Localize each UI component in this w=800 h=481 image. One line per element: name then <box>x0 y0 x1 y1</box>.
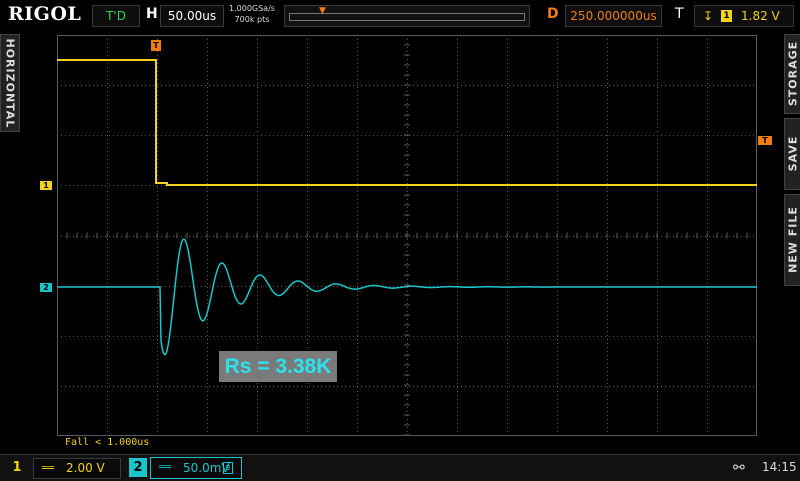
delay-value[interactable]: 250.000000us <box>565 5 662 27</box>
ch1-waveform <box>57 59 757 186</box>
horizontal-label: H <box>146 6 158 22</box>
falling-edge-icon: ↧ <box>703 9 714 23</box>
ch2-waveform <box>57 238 757 356</box>
ch1-scale: 2.00 V <box>66 461 105 475</box>
bandwidth-limit-icon: B <box>223 462 233 474</box>
trigger-condition: Fall < 1.000us <box>65 437 150 448</box>
trigger-position-icon: ▼ <box>319 6 326 16</box>
brand-logo: RIGOL <box>8 3 82 25</box>
ch2-label[interactable]: 2 <box>129 458 147 477</box>
timebase-value[interactable]: 50.00us <box>160 5 224 27</box>
dc-coupling-icon: ══ <box>159 462 172 473</box>
save-tab-label: SAVE <box>786 135 800 172</box>
storage-tab-label: STORAGE <box>786 40 800 107</box>
ch2-offset-marker[interactable]: 2 <box>40 283 52 292</box>
trigger-position-marker[interactable]: T <box>151 40 161 51</box>
waveform-canvas <box>57 35 757 436</box>
usb-icon: ⚯ <box>733 460 745 476</box>
dc-coupling-icon: ══ <box>42 463 55 474</box>
waveform-display[interactable] <box>57 35 757 436</box>
ch1-offset-marker[interactable]: 1 <box>40 181 52 190</box>
graticule <box>57 35 757 436</box>
trigger-level-marker[interactable]: T <box>758 136 772 145</box>
ch1-label[interactable]: 1 <box>8 458 26 477</box>
new-file-tab-label: NEW FILE <box>786 206 800 273</box>
save-menu-tab[interactable]: SAVE <box>784 118 800 190</box>
channel-status-bar: 1 ══ 2.00 V 2 ══ 50.0mV B ⚯ 14:15 <box>0 454 800 481</box>
ch2-settings[interactable]: ══ 50.0mV B <box>150 457 242 479</box>
horizontal-tab-label: HORIZONTAL <box>3 38 17 129</box>
ch1-settings[interactable]: ══ 2.00 V <box>33 458 121 479</box>
trigger-settings[interactable]: ↧ 1 1.82 V <box>694 5 794 27</box>
top-status-bar: RIGOL T'D H 50.00us 1.000GSa/s 700k pts … <box>0 0 800 30</box>
rs-annotation: Rs = 3.38K <box>219 351 337 382</box>
delay-label: D <box>547 6 559 22</box>
storage-menu-tab[interactable]: STORAGE <box>784 34 800 114</box>
trigger-label: T <box>675 6 684 22</box>
acquisition-info: 1.000GSa/s 700k pts <box>229 3 275 25</box>
horizontal-menu-tab[interactable]: HORIZONTAL <box>0 34 20 132</box>
trigger-level-value: 1.82 V <box>741 9 780 23</box>
sample-rate: 1.000GSa/s <box>229 4 275 13</box>
trigger-source-badge: 1 <box>721 10 732 22</box>
memory-depth: 700k pts <box>234 15 270 24</box>
new-file-menu-tab[interactable]: NEW FILE <box>784 194 800 286</box>
run-state-indicator[interactable]: T'D <box>92 5 140 27</box>
clock-time: 14:15 <box>762 460 797 474</box>
memory-position-bar[interactable]: ▼ <box>284 5 530 27</box>
